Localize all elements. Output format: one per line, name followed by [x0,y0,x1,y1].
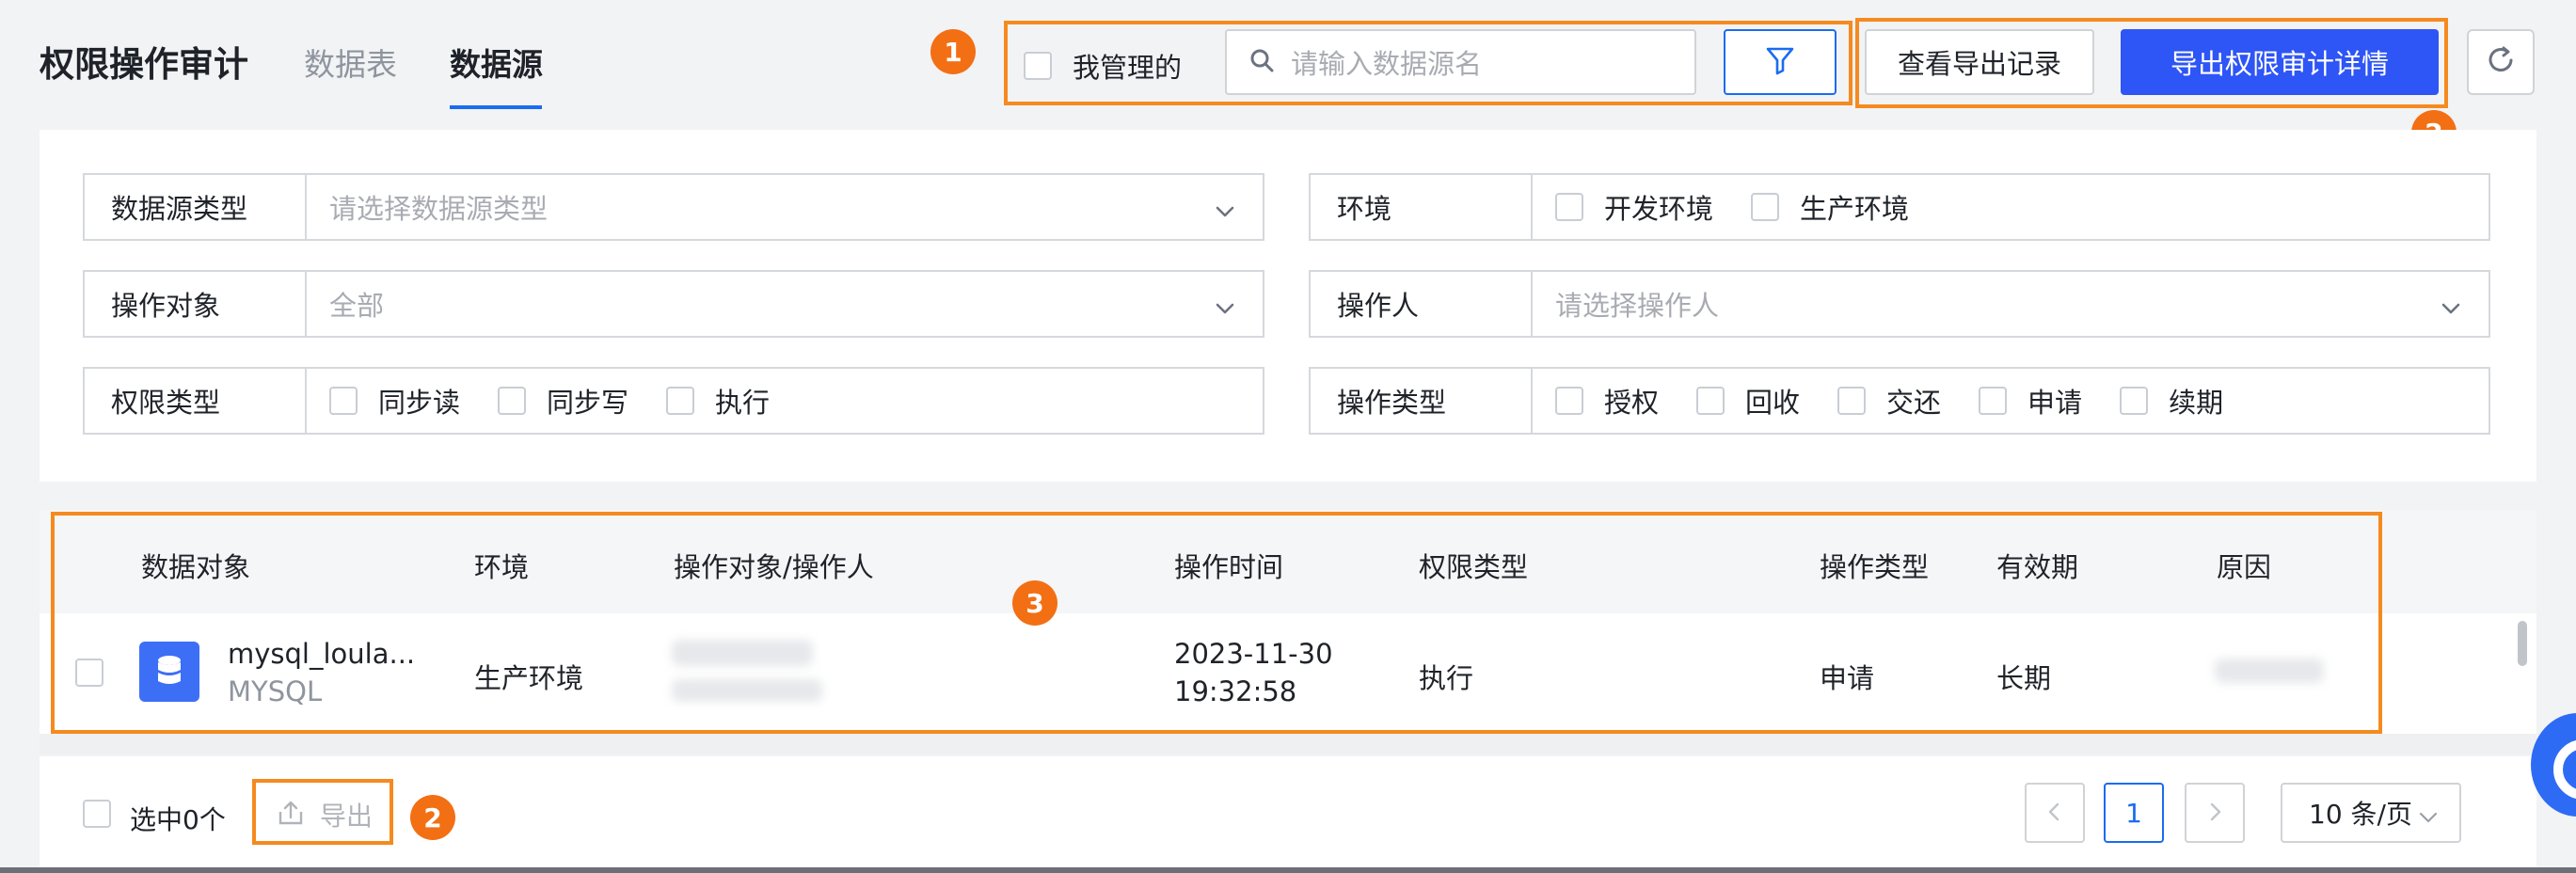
op-option-apply[interactable]: 申请 [1979,381,2082,421]
page-button-current[interactable]: 1 [2104,783,2164,843]
page-title: 权限操作审计 [40,44,248,85]
op-option-revoke[interactable]: 回收 [1696,381,1800,421]
chevron-down-icon [1214,294,1236,326]
search-input[interactable]: 请输入数据源名 [1225,29,1696,95]
checkbox[interactable] [1751,193,1780,221]
page-size-select[interactable]: 10 条/页 [2281,783,2461,843]
next-page-button[interactable] [2185,783,2245,843]
filter-panel: 数据源类型 请选择数据源类型 环境 开发环境 生产环境 操作对象 全部 操作人 … [40,130,2536,482]
checkbox[interactable] [1555,387,1583,415]
page-size-value: 10 条/页 [2309,799,2412,830]
view-export-records-button[interactable]: 查看导出记录 [1865,29,2094,95]
checkbox[interactable] [329,387,358,415]
export-details-button[interactable]: 导出权限审计详情 [2121,29,2439,95]
row-divider [40,734,2536,754]
chevron-left-icon [2044,798,2065,829]
search-icon [1249,48,1274,76]
filter-operator: 操作人 请选择操作人 [1309,270,2490,338]
filter-operation-type: 操作类型 授权 回收 交还 申请 续期 [1309,367,2490,435]
chevron-right-icon [2204,798,2225,829]
refresh-button[interactable] [2467,29,2535,95]
chevron-down-icon [2440,294,2462,326]
filter-label: 操作对象 [85,272,307,336]
my-managed-label: 我管理的 [1073,52,1183,84]
checkbox[interactable] [2120,387,2149,415]
filter-environment: 环境 开发环境 生产环境 [1309,173,2490,241]
filter-label: 操作人 [1311,272,1533,336]
operator-select[interactable]: 请选择操作人 [1533,272,2489,336]
perm-option-sync-write[interactable]: 同步写 [498,381,628,421]
perm-option-sync-read[interactable]: 同步读 [329,381,460,421]
annotation-badge-3: 3 [1012,580,1057,626]
assistant-float-icon[interactable] [2531,713,2576,817]
env-option-prod[interactable]: 生产环境 [1751,187,1909,227]
checkbox[interactable] [666,387,695,415]
my-managed-filter[interactable]: 我管理的 [1024,46,1182,86]
refresh-icon [2483,42,2519,82]
search-placeholder: 请输入数据源名 [1291,48,1483,80]
filter-label: 权限类型 [85,369,307,433]
checkbox[interactable] [498,387,527,415]
op-option-return[interactable]: 交还 [1837,381,1941,421]
op-option-grant[interactable]: 授权 [1555,381,1659,421]
annotation-badge-2-footer: 2 [410,795,455,840]
export-button[interactable]: 导出 [277,796,373,833]
chevron-down-icon [2418,803,2439,834]
table-scrollbar[interactable] [2518,621,2527,666]
my-managed-checkbox[interactable] [1024,52,1052,80]
export-icon [277,799,305,831]
export-label: 导出 [320,801,374,832]
chevron-down-icon [1214,198,1236,230]
datasource-type-select[interactable]: 请选择数据源类型 [307,175,1263,239]
filter-button[interactable] [1724,29,1837,95]
op-option-renew[interactable]: 续期 [2120,381,2223,421]
select-placeholder: 请选择数据源类型 [329,193,549,225]
checkbox[interactable] [1837,387,1867,415]
window-bottom-edge [0,867,2576,873]
select-placeholder: 请选择操作人 [1555,290,1720,322]
select-all-checkbox[interactable] [83,800,111,828]
filter-datasource-type: 数据源类型 请选择数据源类型 [83,173,1264,241]
filter-icon [1764,44,1796,80]
env-option-dev[interactable]: 开发环境 [1555,187,1713,227]
prev-page-button[interactable] [2025,783,2085,843]
selected-count: 选中0个 [130,804,226,835]
select-value: 全部 [329,290,385,322]
checkbox[interactable] [1555,193,1583,221]
perm-option-execute[interactable]: 执行 [666,381,770,421]
filter-label: 环境 [1311,175,1533,239]
filter-label: 操作类型 [1311,369,1533,433]
filter-operation-object: 操作对象 全部 [83,270,1264,338]
filter-label: 数据源类型 [85,175,307,239]
tab-data-table[interactable]: 数据表 [304,40,397,85]
operation-object-select[interactable]: 全部 [307,272,1263,336]
annotation-box-3 [51,512,2382,734]
active-tab-indicator [450,105,542,109]
tab-data-source[interactable]: 数据源 [450,40,543,85]
filter-permission-type: 权限类型 同步读 同步写 执行 [83,367,1264,435]
checkbox[interactable] [1979,387,2008,415]
annotation-badge-1: 1 [930,29,976,74]
checkbox[interactable] [1696,387,1725,415]
